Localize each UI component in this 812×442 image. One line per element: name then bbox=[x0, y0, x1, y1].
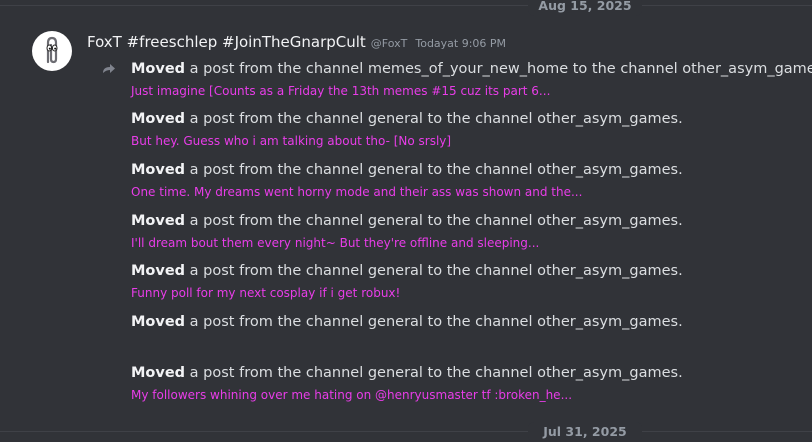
action-line: Moved a post from the channel general to… bbox=[131, 161, 683, 179]
post-preview-link[interactable]: I'll dream bout them every night~ But th… bbox=[131, 235, 683, 251]
moved-post-entry: Moved a post from the channel general to… bbox=[131, 313, 683, 336]
date-label: Aug 15, 2025 bbox=[528, 0, 642, 16]
action-line: Moved a post from the channel general to… bbox=[131, 262, 683, 280]
action-verb: Moved bbox=[131, 162, 186, 178]
action-verb: Moved bbox=[131, 365, 186, 381]
action-line: Moved a post from the channel general to… bbox=[131, 313, 683, 331]
paperclip-icon bbox=[46, 36, 58, 64]
moved-post-entry: Moved a post from the channel general to… bbox=[131, 364, 683, 403]
forward-arrow-icon bbox=[100, 60, 118, 74]
action-text: a post from the channel general to the c… bbox=[189, 162, 683, 178]
divider-line bbox=[0, 431, 812, 432]
post-preview-link[interactable]: But hey. Guess who i am talking about th… bbox=[131, 133, 683, 149]
post-preview-link[interactable]: Just imagine [Counts as a Friday the 13t… bbox=[131, 83, 812, 99]
moved-post-entry: Moved a post from the channel general to… bbox=[131, 262, 683, 301]
date-label: Jul 31, 2025 bbox=[528, 422, 642, 442]
action-line: Moved a post from the channel general to… bbox=[131, 110, 683, 128]
post-preview-link[interactable]: My followers whining over me hating on @… bbox=[131, 387, 683, 403]
post-preview-link[interactable]: One time. My dreams went horny mode and … bbox=[131, 184, 683, 200]
action-text: a post from the channel memes_of_your_ne… bbox=[189, 61, 812, 77]
action-text: a post from the channel general to the c… bbox=[189, 213, 683, 229]
moved-post-entry: Moved a post from the channel general to… bbox=[131, 212, 683, 251]
date-separator: Jul 31, 2025 bbox=[0, 422, 812, 442]
message-header: FoxT #freeschlep #JoinTheGnarpCult @FoxT… bbox=[87, 33, 506, 53]
action-verb: Moved bbox=[131, 61, 186, 77]
moved-post-entry: Moved a post from the channel general to… bbox=[131, 110, 683, 149]
user-handle: @FoxT bbox=[370, 37, 408, 50]
date-separator: Aug 15, 2025 bbox=[0, 0, 812, 16]
action-text: a post from the channel general to the c… bbox=[189, 365, 683, 381]
action-text: a post from the channel general to the c… bbox=[189, 263, 683, 279]
username[interactable]: FoxT #freeschlep #JoinTheGnarpCult bbox=[87, 33, 366, 51]
action-line: Moved a post from the channel general to… bbox=[131, 364, 683, 382]
avatar[interactable] bbox=[32, 31, 72, 71]
moved-post-entry: Moved a post from the channel memes_of_y… bbox=[131, 60, 812, 99]
action-verb: Moved bbox=[131, 111, 186, 127]
post-preview-link[interactable]: Funny poll for my next cosplay if i get … bbox=[131, 285, 683, 301]
timestamp[interactable]: Todayat 9:06 PM bbox=[415, 37, 506, 50]
action-line: Moved a post from the channel general to… bbox=[131, 212, 683, 230]
action-line: Moved a post from the channel memes_of_y… bbox=[131, 60, 812, 78]
moved-post-entry: Moved a post from the channel general to… bbox=[131, 161, 683, 200]
divider-line bbox=[0, 5, 812, 6]
action-verb: Moved bbox=[131, 213, 186, 229]
action-text: a post from the channel general to the c… bbox=[189, 111, 683, 127]
action-verb: Moved bbox=[131, 263, 186, 279]
action-text: a post from the channel general to the c… bbox=[189, 314, 683, 330]
action-verb: Moved bbox=[131, 314, 186, 330]
